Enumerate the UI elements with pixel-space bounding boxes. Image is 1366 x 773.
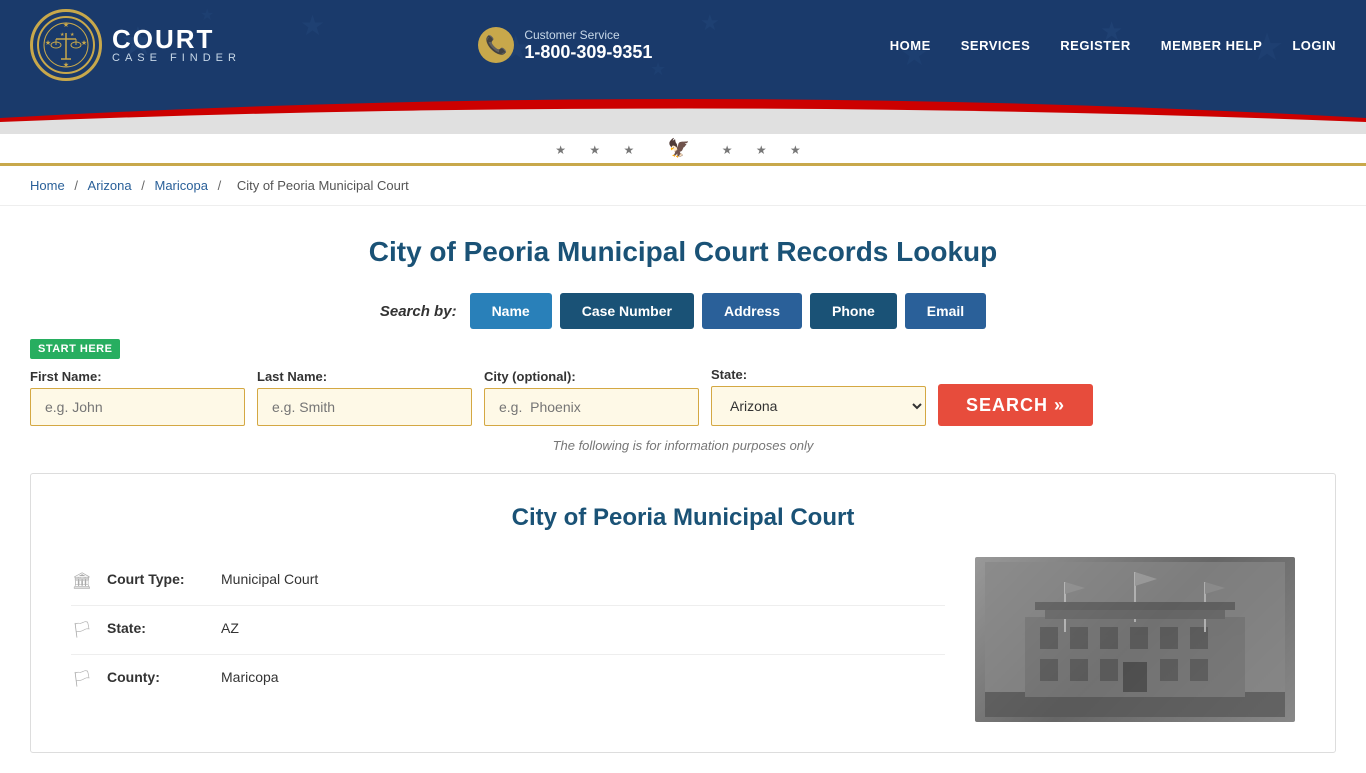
nav-home[interactable]: HOME bbox=[890, 38, 931, 53]
page-title: City of Peoria Municipal Court Records L… bbox=[30, 236, 1336, 268]
tab-name[interactable]: Name bbox=[470, 293, 552, 329]
state-row: 🏳 State: AZ bbox=[71, 606, 945, 655]
breadcrumb-state[interactable]: Arizona bbox=[88, 178, 132, 193]
search-button[interactable]: SEARCH » bbox=[938, 384, 1093, 426]
cs-phone: 1-800-309-9351 bbox=[524, 42, 652, 63]
start-here-badge: START HERE bbox=[30, 339, 1336, 367]
court-info-body: 🏛 Court Type: Municipal Court 🏳 State: A… bbox=[71, 557, 1295, 722]
county-value: Maricopa bbox=[221, 669, 279, 685]
last-name-group: Last Name: bbox=[257, 369, 472, 426]
state-label-detail: State: bbox=[107, 620, 207, 636]
svg-text:★: ★ bbox=[63, 21, 69, 29]
nav-register[interactable]: REGISTER bbox=[1060, 38, 1130, 53]
county-icon: 🏳 bbox=[71, 669, 93, 689]
city-input[interactable] bbox=[484, 388, 699, 426]
eagle-strip: ★ ★ ★ 🦅 ★ ★ ★ bbox=[0, 134, 1366, 166]
state-value: AZ bbox=[221, 620, 239, 636]
breadcrumb-current: City of Peoria Municipal Court bbox=[237, 178, 409, 193]
customer-service: 📞 Customer Service 1-800-309-9351 bbox=[478, 27, 652, 63]
city-label: City (optional): bbox=[484, 369, 699, 384]
tab-phone[interactable]: Phone bbox=[810, 293, 897, 329]
breadcrumb-county[interactable]: Maricopa bbox=[154, 178, 207, 193]
court-type-value: Municipal Court bbox=[221, 571, 318, 587]
main-content: City of Peoria Municipal Court Records L… bbox=[0, 206, 1366, 773]
city-group: City (optional): bbox=[484, 369, 699, 426]
logo-emblem: ★ ★ ★ ★ ★ ★ bbox=[30, 9, 102, 81]
svg-text:★: ★ bbox=[70, 32, 75, 38]
last-name-input[interactable] bbox=[257, 388, 472, 426]
court-details: 🏛 Court Type: Municipal Court 🏳 State: A… bbox=[71, 557, 945, 722]
court-info-title: City of Peoria Municipal Court bbox=[71, 504, 1295, 532]
state-label: State: bbox=[711, 367, 926, 382]
county-label: County: bbox=[107, 669, 207, 685]
first-name-label: First Name: bbox=[30, 369, 245, 384]
nav-member-help[interactable]: MEMBER HELP bbox=[1161, 38, 1263, 53]
svg-text:★: ★ bbox=[45, 39, 51, 47]
svg-text:★: ★ bbox=[300, 10, 325, 41]
court-image-placeholder bbox=[975, 557, 1295, 722]
breadcrumb-home[interactable]: Home bbox=[30, 178, 65, 193]
tab-address[interactable]: Address bbox=[702, 293, 802, 329]
state-group: State: Arizona Alabama Alaska California… bbox=[711, 367, 926, 426]
court-image bbox=[975, 557, 1295, 722]
search-form: First Name: Last Name: City (optional): … bbox=[30, 367, 1336, 426]
first-name-group: First Name: bbox=[30, 369, 245, 426]
court-type-icon: 🏛 bbox=[71, 571, 93, 591]
search-by-row: Search by: Name Case Number Address Phon… bbox=[30, 293, 1336, 329]
eagle-icon: 🦅 bbox=[668, 138, 698, 158]
tab-email[interactable]: Email bbox=[905, 293, 986, 329]
state-select[interactable]: Arizona Alabama Alaska California Colora… bbox=[711, 386, 926, 426]
main-nav: HOME SERVICES REGISTER MEMBER HELP LOGIN bbox=[890, 38, 1336, 53]
phone-icon: 📞 bbox=[478, 27, 514, 63]
svg-text:★: ★ bbox=[81, 39, 87, 47]
arch-container bbox=[0, 90, 1366, 134]
breadcrumb-sep2: / bbox=[141, 178, 148, 193]
svg-text:★: ★ bbox=[63, 61, 69, 69]
county-row: 🏳 County: Maricopa bbox=[71, 655, 945, 703]
site-header: ★ ★ ★ ★ ★ ★ ★ ★ ★ ★ ★ ★ ★ ★ bbox=[0, 0, 1366, 90]
court-info-section: City of Peoria Municipal Court 🏛 Court T… bbox=[30, 473, 1336, 753]
state-icon: 🏳 bbox=[71, 620, 93, 640]
svg-text:★: ★ bbox=[700, 10, 720, 35]
logo-text: COURT CASE FINDER bbox=[112, 26, 241, 64]
breadcrumb-sep3: / bbox=[218, 178, 225, 193]
nav-login[interactable]: LOGIN bbox=[1292, 38, 1336, 53]
search-by-label: Search by: bbox=[380, 303, 457, 320]
info-text: The following is for information purpose… bbox=[30, 438, 1336, 453]
logo[interactable]: ★ ★ ★ ★ ★ ★ COURT CASE FINDER bbox=[30, 9, 241, 81]
breadcrumb-sep1: / bbox=[74, 178, 81, 193]
breadcrumb: Home / Arizona / Maricopa / City of Peor… bbox=[0, 166, 1366, 206]
last-name-label: Last Name: bbox=[257, 369, 472, 384]
tab-case-number[interactable]: Case Number bbox=[560, 293, 694, 329]
court-type-row: 🏛 Court Type: Municipal Court bbox=[71, 557, 945, 606]
first-name-input[interactable] bbox=[30, 388, 245, 426]
court-type-label: Court Type: bbox=[107, 571, 207, 587]
svg-text:★: ★ bbox=[60, 32, 65, 38]
cs-label: Customer Service bbox=[524, 28, 652, 42]
nav-services[interactable]: SERVICES bbox=[961, 38, 1031, 53]
